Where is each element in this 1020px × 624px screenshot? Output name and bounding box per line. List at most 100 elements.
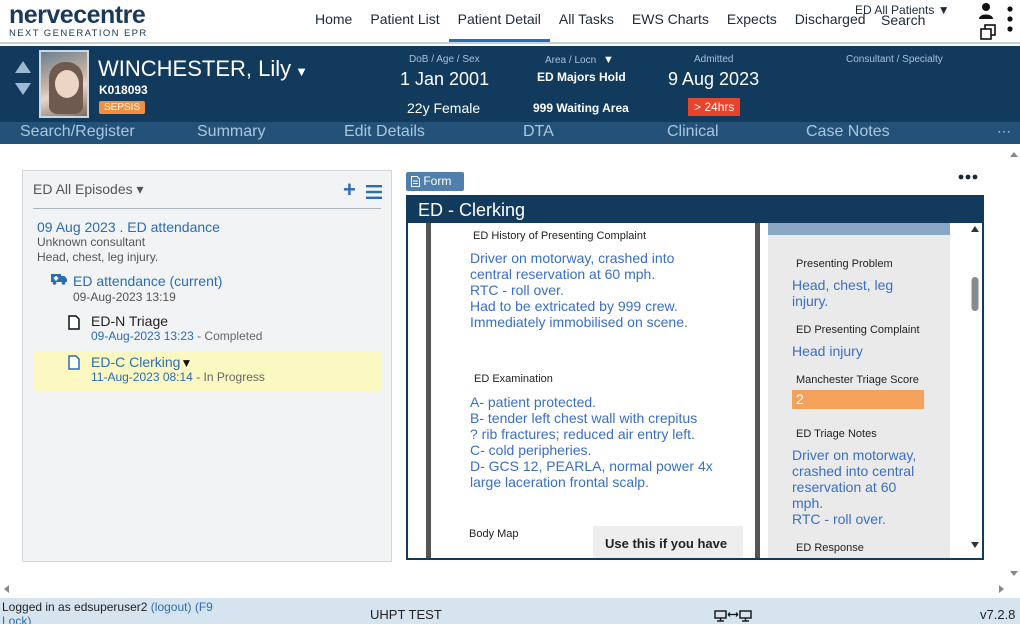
nav-expects[interactable]: Expects: [718, 0, 786, 42]
page-vertical-scrollbar[interactable]: [1008, 148, 1020, 580]
document-icon: [68, 315, 80, 330]
add-episode-button[interactable]: +: [343, 179, 356, 201]
copy-window-icon[interactable]: [980, 24, 996, 40]
nav-home[interactable]: Home: [306, 0, 361, 42]
tabs-more-icon[interactable]: ⋯: [997, 123, 1012, 140]
age-sex-value: 22y Female: [407, 100, 481, 116]
episode-consultant: Unknown consultant: [37, 235, 146, 249]
hpc-line: Had to be extricated by 999 crew.: [470, 298, 678, 314]
triage-form-link[interactable]: ED-N Triage: [91, 313, 168, 329]
nav-patient-detail[interactable]: Patient Detail: [448, 0, 550, 42]
triage-notes-label: ED Triage Notes: [796, 428, 877, 440]
clerking-form-meta: 11-Aug-2023 08:14 - In Progress: [91, 370, 265, 384]
patient-name[interactable]: WINCHESTER, Lily ▼: [98, 56, 308, 82]
dob-label: DoB / Age / Sex: [409, 54, 480, 65]
form-more-options-icon[interactable]: [958, 172, 978, 182]
clerking-form-row[interactable]: ED-C Clerking▼ 11-Aug-2023 08:14 - In Pr…: [33, 351, 381, 391]
next-patient-arrow-icon[interactable]: [14, 82, 32, 96]
login-info: Logged in as edsuperuser2 (logout) (F9 L…: [2, 600, 242, 624]
hpc-line: Immediately immobilised on scene.: [470, 314, 688, 330]
dual-screen-icon[interactable]: [714, 610, 752, 622]
length-of-stay-badge: > 24hrs: [688, 98, 741, 116]
nav-ews-charts[interactable]: EWS Charts: [623, 0, 718, 42]
nav-patient-list[interactable]: Patient List: [361, 0, 448, 42]
ambulance-icon: [51, 274, 67, 285]
presenting-problem-label: Presenting Problem: [796, 258, 893, 270]
tab-dta[interactable]: DTA: [523, 123, 554, 141]
previous-patient-arrow-icon[interactable]: [14, 60, 32, 74]
patient-banner: WINCHESTER, Lily ▼ K018093 SEPSIS DoB / A…: [0, 46, 1020, 122]
hpc-label: ED History of Presenting Complaint: [473, 230, 647, 242]
examination-text[interactable]: A- patient protected. B- tender left che…: [470, 394, 713, 490]
logo-wordmark: nervecentre: [9, 1, 146, 29]
use-this-info-box: Use this if you have: [593, 526, 743, 558]
triage-form-time: 09-Aug-2023 13:23: [91, 329, 194, 343]
triage-score-label: Manchester Triage Score: [796, 374, 919, 386]
page-horizontal-scrollbar[interactable]: [0, 582, 1008, 596]
sepsis-alert-badge[interactable]: SEPSIS: [99, 101, 146, 114]
user-icon[interactable]: [978, 2, 994, 20]
more-options-icon[interactable]: [1005, 4, 1015, 34]
examination-line: D- GCS 12, PEARLA, normal power 4x: [470, 458, 713, 474]
tab-clinical[interactable]: Clinical: [667, 123, 719, 141]
presenting-problem-line: Head, chest, leg: [792, 277, 894, 293]
episodes-filter-dropdown[interactable]: ED All Episodes ▾: [33, 181, 144, 198]
triage-notes-line: RTC - roll over.: [792, 511, 886, 527]
clerking-caret-icon[interactable]: ▼: [180, 356, 192, 370]
clerking-form-panel: ED - Clerking ED History of Presenting C…: [406, 195, 984, 560]
hpc-line: central reservation at 60 mph.: [470, 266, 656, 282]
triage-notes-line: mph.: [792, 495, 824, 511]
nervecentre-logo[interactable]: nervecentre NEXT GENERATION EPR: [9, 2, 148, 40]
summary-column-header: [768, 223, 950, 235]
area-value: ED Majors Hold: [537, 70, 626, 84]
area-label[interactable]: Area / Locn ▼: [545, 54, 614, 66]
triage-notes-text[interactable]: Driver on motorway, crashed into central…: [792, 447, 916, 527]
logo-tagline: NEXT GENERATION EPR: [9, 28, 148, 39]
episodes-divider: [33, 208, 381, 209]
hpc-line: Driver on motorway, crashed into: [470, 250, 675, 266]
form-document-icon: [411, 176, 420, 187]
tab-search-register[interactable]: Search/Register: [20, 123, 135, 141]
examination-line: ? rib fractures; reduced air entry left.: [470, 426, 695, 442]
form-title: ED - Clerking: [408, 197, 982, 223]
nav-search[interactable]: Search: [881, 12, 925, 28]
main-nav: Home Patient List Patient Detail All Tas…: [306, 0, 875, 42]
episode-date-link[interactable]: 09 Aug 2023 . ED attendance: [37, 219, 220, 235]
triage-score-value[interactable]: 2: [792, 390, 924, 409]
tab-summary[interactable]: Summary: [197, 123, 265, 141]
hpc-text[interactable]: Driver on motorway, crashed into central…: [470, 250, 688, 330]
ed-attendance-link[interactable]: ED attendance (current): [73, 273, 222, 289]
environment-name: UHPT TEST: [370, 607, 442, 622]
ed-attendance-time: 09-Aug-2023 13:19: [73, 290, 176, 304]
form-middle-column-border: [755, 223, 760, 558]
form-vertical-scrollbar[interactable]: [968, 223, 982, 558]
form-left-column-border: [426, 223, 431, 558]
admitted-label: Admitted: [694, 54, 734, 65]
triage-notes-line: reservation at 60: [792, 479, 897, 495]
presenting-problem-text[interactable]: Head, chest, leg injury.: [792, 277, 893, 309]
patient-menu-caret-icon[interactable]: ▼: [295, 64, 308, 79]
tab-edit-details[interactable]: Edit Details: [344, 123, 425, 141]
form-button[interactable]: Form: [406, 172, 464, 191]
body-map-label: Body Map: [469, 528, 519, 540]
triage-notes-line: Driver on motorway,: [792, 447, 917, 463]
episodes-menu-icon[interactable]: [366, 185, 382, 199]
photo-face: [55, 70, 79, 98]
ed-response-label: ED Response: [796, 542, 864, 554]
examination-line: large laceration frontal scalp.: [470, 474, 649, 490]
top-navigation: nervecentre NEXT GENERATION EPR Home Pat…: [0, 0, 1020, 44]
presenting-complaint-label: ED Presenting Complaint: [796, 324, 920, 336]
form-body: ED History of Presenting Complaint Drive…: [408, 223, 982, 558]
logout-link[interactable]: (logout): [151, 600, 192, 614]
status-bar: Logged in as edsuperuser2 (logout) (F9 L…: [0, 598, 1020, 624]
presenting-complaint-value[interactable]: Head injury: [792, 343, 863, 359]
triage-notes-line: crashed into central: [792, 463, 915, 479]
clerking-form-link[interactable]: ED-C Clerking▼: [91, 354, 192, 370]
hpc-line: RTC - roll over.: [470, 282, 564, 298]
nav-all-tasks[interactable]: All Tasks: [550, 0, 623, 42]
tab-case-notes[interactable]: Case Notes: [806, 123, 890, 141]
episode-condition: Head, chest, leg injury.: [37, 250, 159, 264]
area-caret-icon: ▼: [602, 54, 614, 66]
clerking-form-status: - In Progress: [192, 370, 265, 384]
patient-photo[interactable]: [39, 50, 89, 118]
